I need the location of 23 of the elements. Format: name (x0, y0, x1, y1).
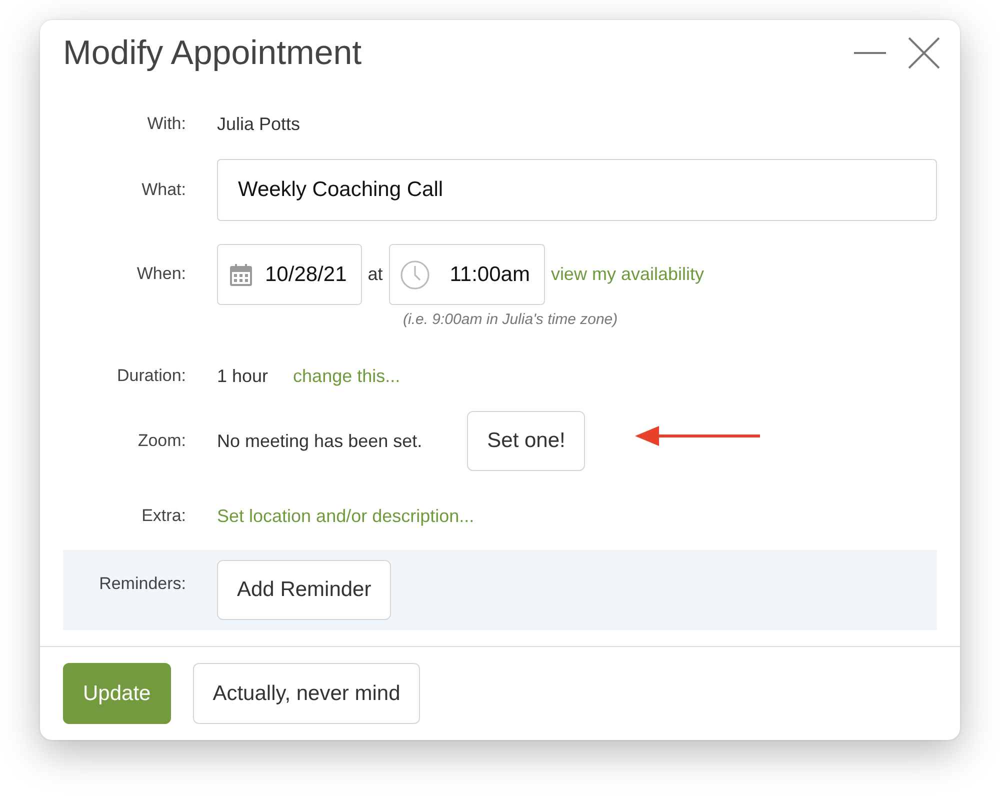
add-reminder-button[interactable]: Add Reminder (217, 560, 392, 620)
set-button[interactable]: Set one! (467, 411, 586, 471)
field-label: When: (136, 263, 186, 284)
window-title: Modify Appointment (63, 34, 363, 72)
clock-icon (400, 260, 430, 290)
connector-text: at (368, 264, 383, 285)
field-label: What: (140, 180, 186, 200)
field-label: Duration: (116, 366, 186, 386)
input-field[interactable]: Weekly Coaching Call (217, 159, 937, 221)
cancel-button[interactable]: Actually, never mind (192, 663, 420, 724)
field-label: Reminders: (98, 573, 186, 594)
minimize-icon[interactable] (854, 51, 886, 55)
date-field[interactable]: 10/28/21 (217, 244, 362, 305)
field-label: Zoom: (136, 431, 186, 451)
value-text: 1 hour (217, 366, 268, 386)
hint-text: (i.e. 9:00am in Julia's time zone) (403, 311, 618, 328)
field-label: With: (146, 114, 186, 134)
time-field[interactable]: 11:00am (388, 244, 545, 305)
close-icon[interactable] (908, 37, 940, 69)
field-label: Extra: (140, 506, 186, 526)
calendar-icon (229, 262, 253, 286)
value-text: Julia Potts (217, 114, 300, 134)
value-text: No meeting has been set. (217, 430, 422, 452)
